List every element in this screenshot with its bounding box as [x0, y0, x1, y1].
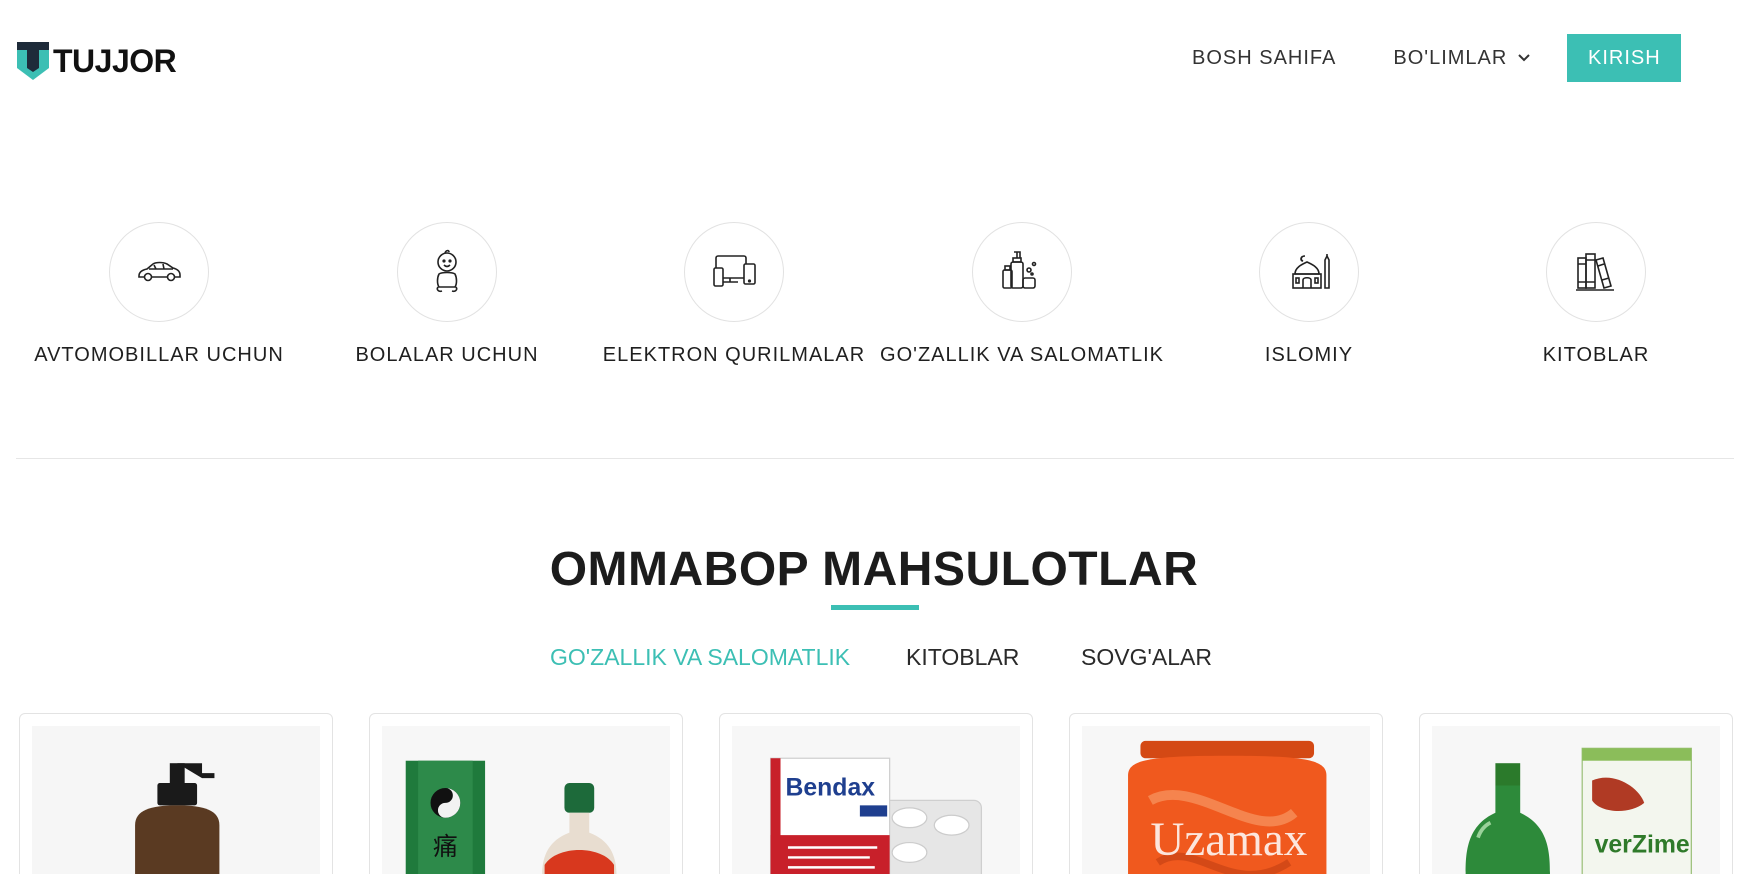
- main-nav: BOSH SAHIFA BO'LIMLAR KIRISH: [1192, 34, 1682, 82]
- product-card[interactable]: 痛 康: [369, 713, 683, 874]
- section-divider: [16, 458, 1734, 459]
- category-label: GO'ZALLIK VA SALOMATLIK: [880, 344, 1164, 366]
- category-circle: [109, 222, 209, 322]
- category-item-electronics[interactable]: ELEKTRON QURILMALAR: [584, 222, 884, 367]
- product-grid: B 痛 康: [0, 713, 1748, 874]
- category-item-kids[interactable]: BOLALAR UCHUN: [297, 222, 597, 367]
- chevron-down-icon: [1518, 54, 1531, 62]
- product-card[interactable]: Uzamax: [1069, 713, 1383, 874]
- cosmetics-icon: [1002, 251, 1037, 289]
- category-circle: [972, 222, 1072, 322]
- category-circle: [1546, 222, 1646, 322]
- car-icon: [138, 261, 181, 282]
- chinese-oil-bottle-product-image: 痛 康: [382, 726, 670, 874]
- product-card[interactable]: verZime: [1419, 713, 1733, 874]
- tujjor-shield-logo-icon: [17, 42, 49, 80]
- category-circle: [397, 222, 497, 322]
- product-card[interactable]: B: [19, 713, 333, 874]
- mosque-icon: [1292, 254, 1330, 289]
- category-label: ISLOMIY: [1264, 344, 1354, 366]
- site-logo[interactable]: TUJJOR: [15, 38, 177, 84]
- product-card[interactable]: Bendax: [719, 713, 1033, 874]
- category-label: KITOBLAR: [1542, 344, 1650, 366]
- site-header: TUJJOR BOSH SAHIFA BO'LIMLAR KIRISH: [0, 0, 1748, 118]
- bendax-tablets-product-image: Bendax: [732, 726, 1020, 874]
- category-item-books[interactable]: KITOBLAR: [1446, 222, 1746, 367]
- uzamax-jar-product-image: Uzamax: [1082, 726, 1370, 874]
- tab-beauty[interactable]: GO'ZALLIK VA SALOMATLIK: [550, 642, 850, 672]
- baby-icon: [436, 249, 458, 293]
- devices-icon: [713, 255, 756, 287]
- nav-sections-label: BO'LIMLAR: [1393, 47, 1508, 69]
- category-label: BOLALAR UCHUN: [355, 344, 539, 366]
- category-label: AVTOMOBILLAR UCHUN: [34, 344, 284, 366]
- product-image-text: Bendax: [785, 774, 875, 801]
- nav-sections-dropdown[interactable]: BO'LIMLAR: [1393, 34, 1531, 82]
- product-image-text: Uzamax: [1150, 814, 1307, 866]
- pump-bottle-product-image: B: [32, 726, 320, 874]
- category-item-islamic[interactable]: ISLOMIY: [1159, 222, 1459, 367]
- category-label: ELEKTRON QURILMALAR: [602, 344, 866, 366]
- category-circle: [1259, 222, 1359, 322]
- liverzime-tonic-product-image: verZime: [1432, 726, 1720, 874]
- category-list: AVTOMOBILLAR UCHUN BOLALAR UCHUN ELEKTRO…: [0, 222, 1748, 382]
- product-tabs: GO'ZALLIK VA SALOMATLIK KITOBLAR SOVG'AL…: [0, 642, 1748, 672]
- login-button[interactable]: KIRISH: [1567, 34, 1682, 82]
- tab-gifts[interactable]: SOVG'ALAR: [1081, 642, 1212, 672]
- product-image-text: verZime: [1595, 831, 1690, 858]
- category-item-cars[interactable]: AVTOMOBILLAR UCHUN: [9, 222, 309, 367]
- popular-products-title: OMMABOP MAHSULOTLAR: [549, 543, 1199, 596]
- svg-text:痛: 痛: [433, 832, 458, 861]
- logo-text: TUJJOR: [53, 43, 177, 79]
- books-icon: [1576, 253, 1614, 291]
- category-circle: [684, 222, 784, 322]
- title-underline: [831, 605, 919, 610]
- nav-home-link[interactable]: BOSH SAHIFA: [1192, 34, 1336, 82]
- tab-books[interactable]: KITOBLAR: [906, 642, 1019, 672]
- category-item-beauty[interactable]: GO'ZALLIK VA SALOMATLIK: [872, 222, 1172, 367]
